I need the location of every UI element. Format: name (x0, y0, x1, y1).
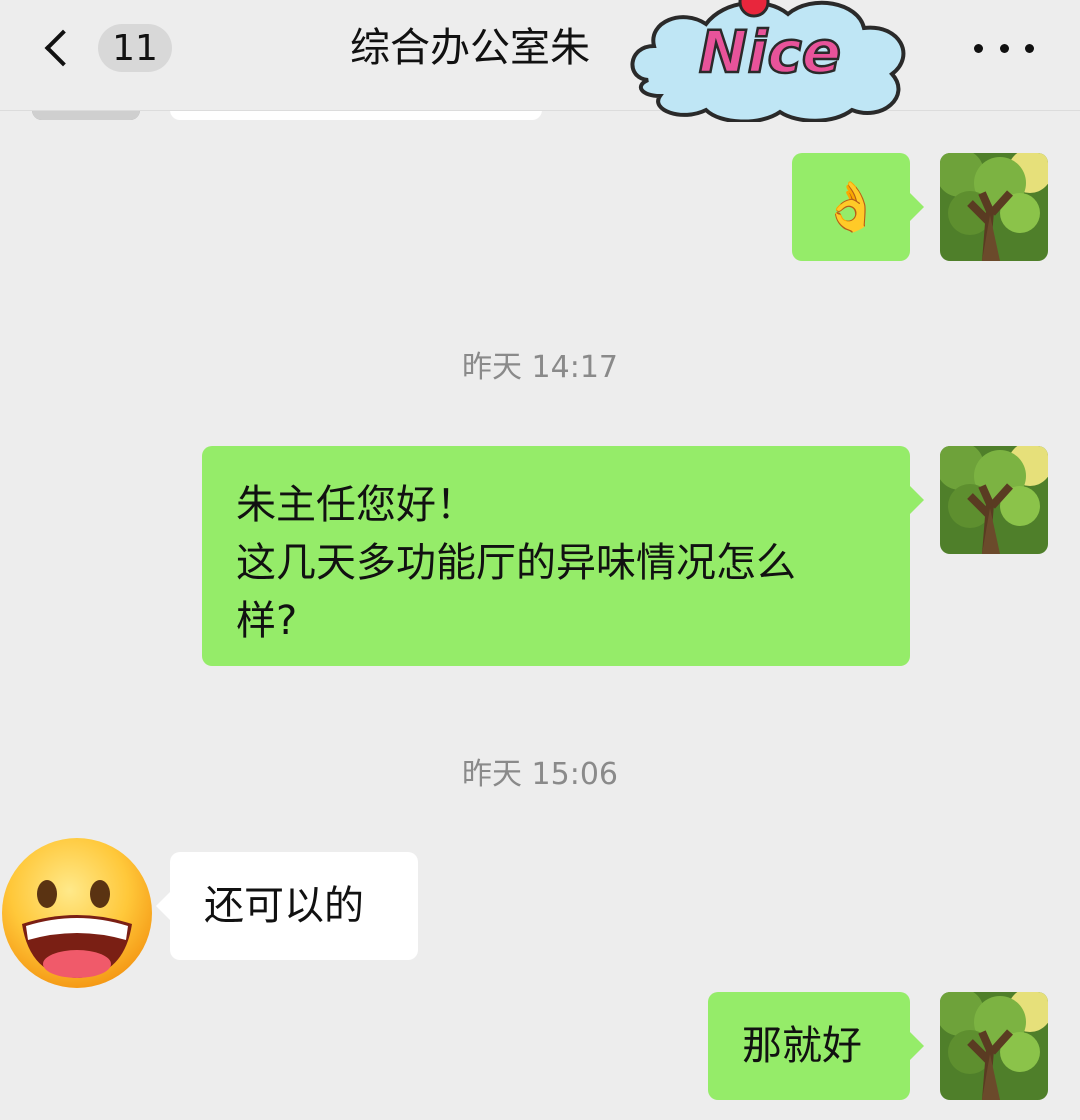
back-button[interactable]: 11 (34, 18, 184, 78)
ok-hand-icon: 👌 (821, 179, 881, 235)
more-dot-icon (974, 43, 983, 53)
chat-title: 综合办公室朱 (350, 25, 590, 71)
outgoing-text-bubble[interactable]: 朱主任您好！ 这几天多功能厅的异味情况怎么 样? (202, 446, 924, 666)
my-avatar[interactable] (940, 446, 1048, 554)
more-dot-icon (1025, 43, 1034, 53)
my-avatar[interactable] (940, 992, 1048, 1100)
incoming-text-bubble[interactable]: 还可以的 (156, 852, 418, 960)
outgoing-text-bubble[interactable]: 那就好 (708, 992, 924, 1100)
outgoing-emoji-bubble[interactable]: 👌 (792, 153, 924, 261)
grinning-face-icon (2, 838, 152, 988)
my-avatar[interactable] (940, 153, 1048, 261)
tree-avatar-image (940, 446, 1048, 554)
more-dot-icon (999, 43, 1009, 53)
message-text: 还可以的 (204, 883, 364, 929)
tree-avatar-image (940, 153, 1048, 261)
chevron-left-icon (44, 29, 82, 67)
timestamp: 昨天 15:06 (462, 757, 618, 792)
message-text: 朱主任您好！ 这几天多功能厅的异味情况怎么 样? (236, 482, 796, 644)
nice-cloud-sticker: Nice (630, 0, 906, 122)
sticker-label: Nice (699, 18, 841, 86)
message-text: 那就好 (742, 1023, 862, 1069)
timestamp: 昨天 14:17 (462, 350, 618, 385)
more-options-button[interactable] (974, 30, 1034, 66)
tree-avatar-image (940, 992, 1048, 1100)
contact-avatar[interactable] (0, 836, 154, 990)
unread-count-badge: 11 (98, 24, 172, 72)
